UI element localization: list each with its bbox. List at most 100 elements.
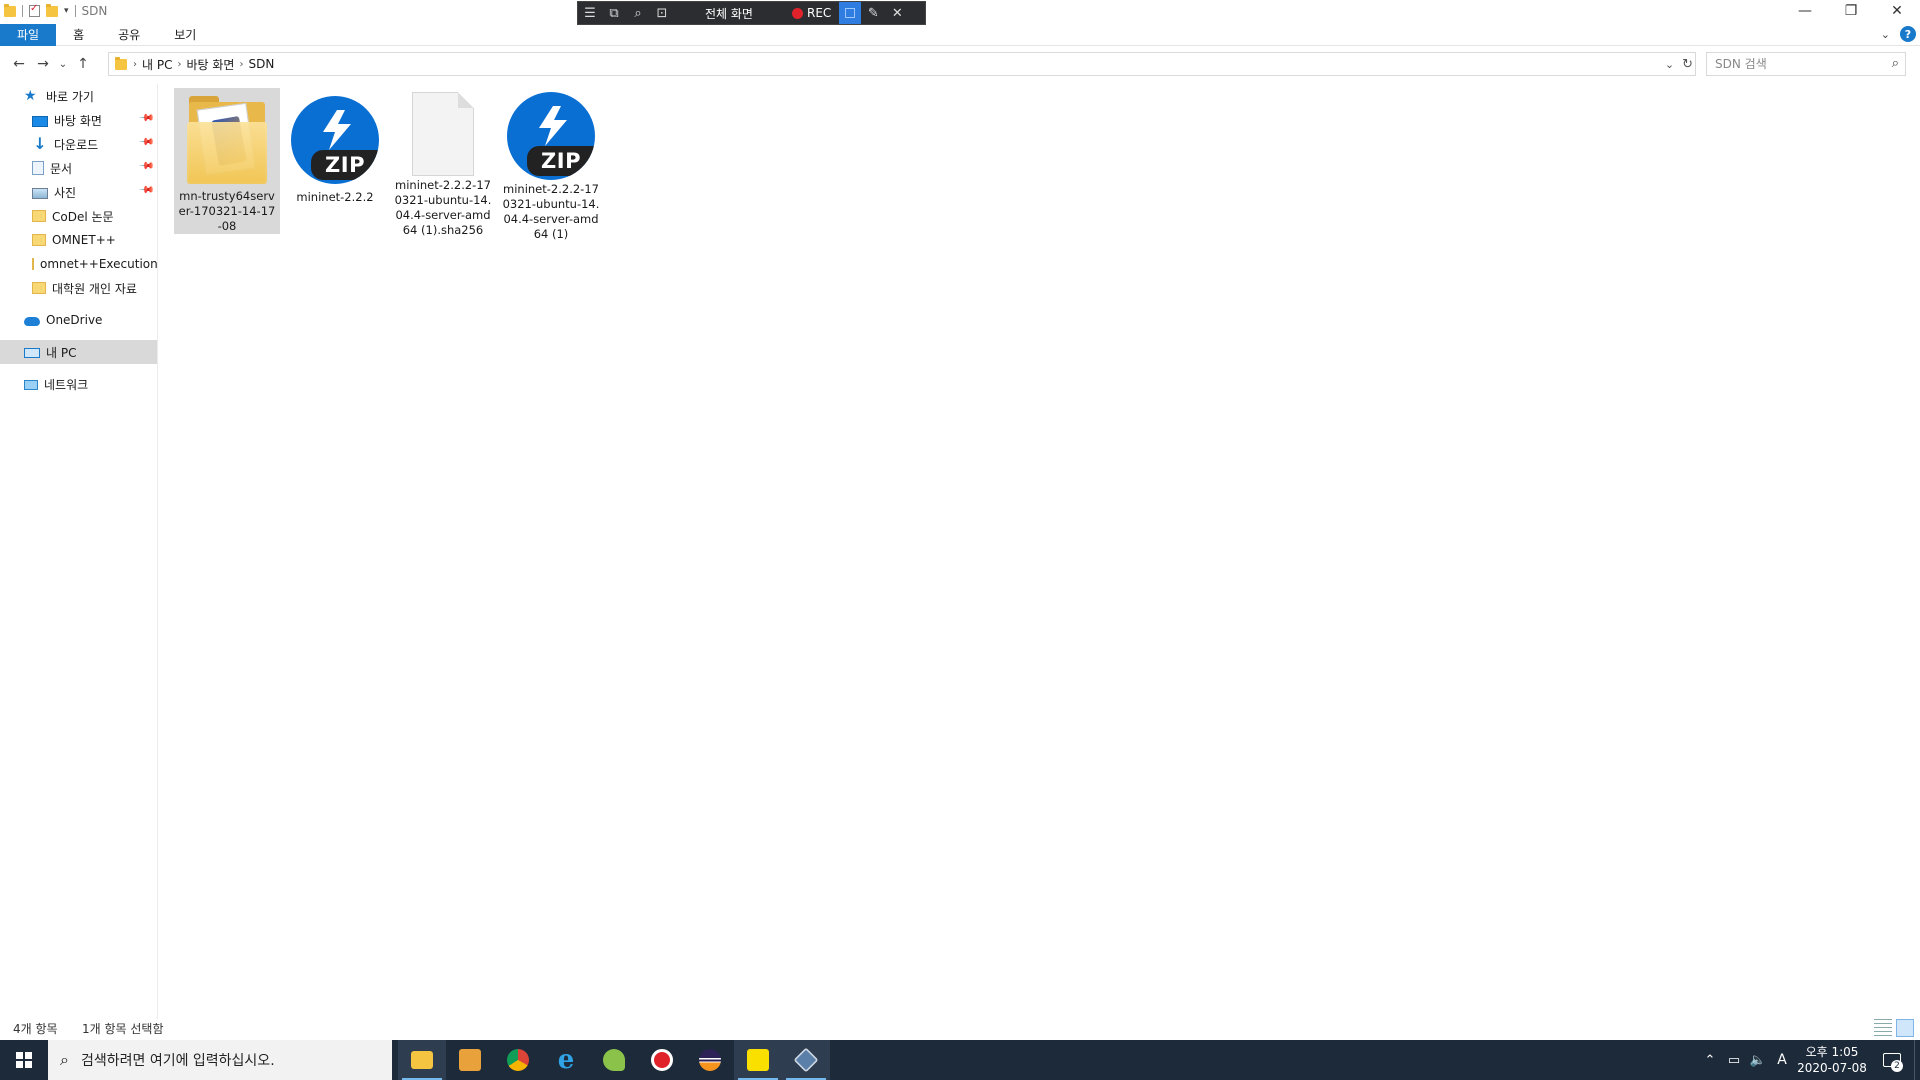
up-icon[interactable]: ↑: [74, 56, 92, 72]
forward-icon[interactable]: →: [34, 56, 52, 72]
folder-icon: [115, 56, 127, 70]
nav-item-pictures[interactable]: 사진 📌: [0, 180, 157, 204]
volume-icon[interactable]: 🔈: [1746, 1053, 1770, 1068]
breadcrumb-desktop[interactable]: 바탕 화면: [181, 56, 239, 73]
close-button[interactable]: ✕: [1874, 0, 1920, 22]
menu-icon[interactable]: ☰: [578, 1, 602, 25]
file-item[interactable]: ZIP mininet-2.2.2-170321-ubuntu-14.04.4-…: [498, 88, 604, 241]
record-icon: [792, 7, 803, 19]
selection-count: 1개 항목 선택함: [82, 1021, 164, 1036]
nav-item-downloads[interactable]: ↓ 다운로드 📌: [0, 132, 157, 156]
minimize-button[interactable]: —: [1782, 0, 1828, 22]
virtualbox-app[interactable]: [782, 1040, 830, 1080]
paint-icon: [603, 1049, 625, 1071]
computer-icon: [24, 348, 40, 358]
screenshot-button[interactable]: [839, 2, 862, 24]
nav-item-omnet[interactable]: OMNET++: [0, 228, 157, 252]
network-icon[interactable]: ▭: [1722, 1053, 1746, 1068]
cloud-icon: [24, 317, 40, 326]
nav-onedrive[interactable]: OneDrive: [0, 308, 157, 332]
recorder-app[interactable]: [638, 1040, 686, 1080]
tab-file[interactable]: 파일: [0, 23, 57, 46]
pen-icon[interactable]: ✎: [861, 1, 885, 25]
navigation-bar: ← → ⌄ ↑ › 내 PC › 바탕 화면 › SDN ⌄ ↻ ⌕: [0, 52, 1920, 76]
search-box[interactable]: ⌕: [1706, 52, 1906, 76]
internet-explorer-app[interactable]: e: [542, 1040, 590, 1080]
breadcrumb-sdn[interactable]: SDN: [243, 57, 279, 71]
nav-label: 바로 가기: [46, 89, 94, 104]
maximize-button[interactable]: ❐: [1828, 0, 1874, 22]
pin-icon[interactable]: 📌: [138, 110, 155, 127]
crop-icon[interactable]: ⊡: [650, 1, 674, 25]
clock[interactable]: 오후 1:05 2020-07-08: [1794, 1044, 1870, 1076]
start-button[interactable]: [0, 1040, 48, 1080]
clock-date: 2020-07-08: [1797, 1061, 1867, 1075]
capture-mode-label[interactable]: 전체 화면: [674, 5, 784, 22]
window-capture-icon[interactable]: ⧉: [602, 1, 626, 25]
back-icon[interactable]: ←: [10, 56, 28, 72]
new-folder-icon[interactable]: [46, 3, 58, 17]
file-name: mininet-2.2.2-170321-ubuntu-14.04.4-serv…: [394, 178, 492, 237]
action-center-button[interactable]: 2: [1870, 1040, 1914, 1080]
nav-item-desktop[interactable]: 바탕 화면 📌: [0, 108, 157, 132]
search-icon[interactable]: ⌕: [1892, 56, 1899, 71]
expand-ribbon-icon[interactable]: ⌄: [1881, 28, 1890, 41]
nav-item-omnet-execution[interactable]: omnet++Execution: [0, 252, 158, 276]
folder-icon: [4, 3, 16, 17]
kakaotalk-app[interactable]: [734, 1040, 782, 1080]
nav-label: CoDel 논문: [52, 209, 114, 224]
folder-icon: [179, 92, 275, 187]
region-capture-icon[interactable]: ⌕: [626, 1, 650, 25]
divider: [22, 5, 23, 17]
nav-this-pc[interactable]: 내 PC: [0, 340, 157, 364]
record-button[interactable]: REC: [784, 6, 839, 20]
customize-toolbar-icon[interactable]: ▾: [64, 6, 69, 16]
taskbar-search[interactable]: ⌕ 검색하려면 여기에 입력하십시오.: [48, 1040, 392, 1080]
tab-home[interactable]: 홈: [56, 24, 101, 46]
recent-locations-icon[interactable]: ⌄: [58, 59, 68, 70]
ime-indicator[interactable]: A: [1770, 1052, 1794, 1068]
picture-icon: [32, 187, 48, 199]
properties-icon[interactable]: [29, 3, 40, 17]
tab-share[interactable]: 공유: [101, 24, 157, 46]
pin-icon[interactable]: 📌: [138, 134, 155, 151]
nav-network[interactable]: 네트워크: [0, 372, 157, 396]
help-icon[interactable]: ?: [1900, 26, 1916, 42]
uninstaller-app[interactable]: [446, 1040, 494, 1080]
nav-label: OMNET++: [52, 233, 116, 247]
close-icon[interactable]: ✕: [885, 1, 909, 25]
details-view-icon[interactable]: [1874, 1019, 1892, 1037]
nav-label: OneDrive: [46, 313, 103, 327]
chrome-app[interactable]: [494, 1040, 542, 1080]
pin-icon[interactable]: 📌: [138, 158, 155, 175]
file-item[interactable]: ZIP mininet-2.2.2: [282, 88, 388, 234]
zip-icon: ZIP: [287, 92, 383, 188]
divider: [74, 5, 76, 17]
nav-quick-access[interactable]: ★ 바로 가기: [0, 84, 157, 108]
record-label: REC: [807, 6, 832, 20]
address-bar[interactable]: › 내 PC › 바탕 화면 › SDN ⌄ ↻: [108, 52, 1696, 76]
large-icons-view-icon[interactable]: [1896, 1019, 1914, 1037]
file-explorer-app[interactable]: [398, 1040, 446, 1080]
file-item[interactable]: mininet-2.2.2-170321-ubuntu-14.04.4-serv…: [390, 88, 496, 237]
refresh-icon[interactable]: ↻: [1682, 57, 1693, 72]
desktop-icon: [32, 115, 48, 127]
nav-label: 사진: [54, 185, 77, 200]
nav-item-documents[interactable]: 문서 📌: [0, 156, 157, 180]
tab-view[interactable]: 보기: [157, 24, 213, 46]
item-count: 4개 항목: [13, 1021, 58, 1036]
show-desktop-button[interactable]: [1914, 1040, 1920, 1080]
eclipse-app[interactable]: [686, 1040, 734, 1080]
file-item[interactable]: mn-trusty64server-170321-14-17-08: [174, 88, 280, 234]
virtualbox-icon: [793, 1047, 819, 1073]
pin-icon[interactable]: 📌: [138, 182, 155, 199]
title-bar: ▾ SDN — ❐ ✕: [0, 0, 1920, 22]
nav-item-grad-materials[interactable]: 대학원 개인 자료: [0, 276, 157, 300]
zip-label: ZIP: [311, 150, 379, 180]
chevron-down-icon[interactable]: ⌄: [1665, 58, 1674, 71]
search-input[interactable]: [1715, 57, 1885, 71]
nav-item-codel[interactable]: CoDel 논문: [0, 204, 157, 228]
paint-app[interactable]: [590, 1040, 638, 1080]
breadcrumb-this-pc[interactable]: 내 PC: [137, 56, 177, 73]
chevron-up-icon[interactable]: ⌃: [1698, 1053, 1722, 1068]
